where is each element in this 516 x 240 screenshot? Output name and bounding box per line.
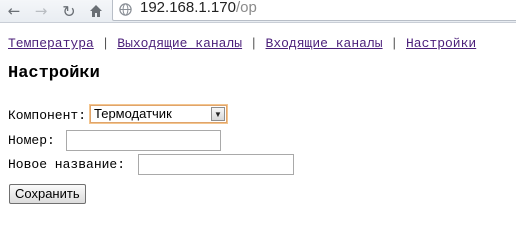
browser-toolbar: ← → ↻ 192.168.1.170/op: [0, 0, 516, 23]
component-label: Компонент:: [8, 108, 87, 124]
save-button[interactable]: Сохранить: [9, 184, 86, 204]
component-select[interactable]: Термодатчик ▼: [90, 105, 227, 123]
home-icon[interactable]: [86, 1, 106, 21]
nav-separator: |: [101, 36, 110, 51]
nav-separator: |: [249, 36, 258, 51]
url-text: 192.168.1.170/op: [140, 0, 257, 17]
nav-separator: |: [390, 36, 399, 51]
page-title: Настройки: [8, 64, 100, 83]
nav-link-incoming-channels[interactable]: Входящие каналы: [266, 36, 383, 51]
name-row: Новое название:: [8, 154, 294, 175]
url-path: /op: [235, 0, 257, 16]
number-label: Номер:: [8, 133, 55, 149]
top-navigation: Температура | Выходящие каналы | Входящи…: [8, 36, 476, 51]
nav-link-settings[interactable]: Настройки: [406, 36, 476, 51]
reload-icon[interactable]: ↻: [59, 1, 79, 21]
url-host: 192.168.1.170: [140, 0, 236, 16]
globe-icon: [119, 2, 132, 16]
back-arrow-icon[interactable]: ←: [4, 1, 24, 21]
address-bar[interactable]: 192.168.1.170/op: [112, 0, 516, 21]
chevron-down-icon[interactable]: ▼: [211, 107, 225, 121]
new-name-label: Новое название:: [8, 157, 126, 173]
component-row: Компонент: Термодатчик ▼: [8, 105, 227, 124]
component-select-value: Термодатчик: [94, 106, 172, 121]
number-input[interactable]: [66, 130, 221, 151]
forward-arrow-icon[interactable]: →: [31, 1, 51, 21]
new-name-input[interactable]: [138, 154, 294, 175]
number-row: Номер:: [8, 130, 221, 151]
nav-link-temperature[interactable]: Температура: [8, 36, 94, 51]
nav-link-outgoing-channels[interactable]: Выходящие каналы: [117, 36, 242, 51]
